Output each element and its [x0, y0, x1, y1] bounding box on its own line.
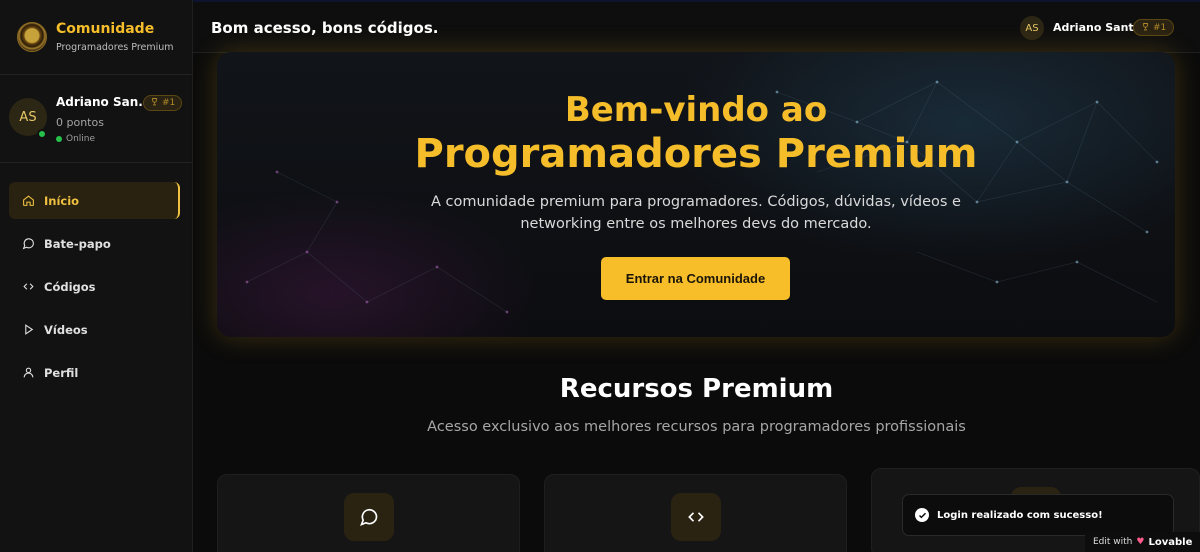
nav-item-codigos[interactable]: Códigos [9, 268, 180, 305]
top-header: Bom acesso, bons códigos. AS Adriano San… [193, 2, 1200, 53]
brand-subtitle: Programadores Premium [56, 42, 174, 53]
nav-label: Vídeos [44, 322, 88, 337]
greeting: Bom acesso, bons códigos. [211, 19, 439, 37]
user-name: Adriano San... [56, 95, 152, 109]
trophy-icon [150, 97, 159, 109]
section-subtitle: Acesso exclusivo aos melhores recursos p… [427, 419, 966, 435]
edit-with-lovable-badge[interactable]: Edit with ♥ Lovable [1085, 532, 1200, 552]
badge-prefix: Edit with [1093, 537, 1133, 547]
rank-label: #1 [1153, 22, 1167, 33]
header-rank-badge: #1 [1133, 19, 1175, 36]
badge-brand: Lovable [1148, 536, 1193, 548]
trophy-icon [1141, 22, 1150, 34]
hero-title-line2: Programadores Premium [414, 131, 978, 177]
user-status: Online [56, 134, 95, 144]
online-indicator [37, 129, 47, 139]
home-icon [21, 194, 35, 208]
chat-icon [21, 237, 35, 251]
hero-banner: Bem-vindo ao Programadores Premium A com… [217, 52, 1175, 337]
nav-item-perfil[interactable]: Perfil [9, 354, 180, 391]
brand-logo [17, 22, 47, 52]
brand-title: Comunidade [56, 21, 155, 37]
play-icon [21, 323, 35, 337]
status-label: Online [66, 134, 96, 144]
status-dot [56, 136, 62, 142]
section-title: Recursos Premium [559, 374, 834, 404]
hero-title-line1: Bem-vindo ao [564, 90, 828, 130]
nav-label: Bate-papo [44, 236, 111, 251]
hero-description: A comunidade premium para programadores.… [431, 194, 961, 232]
nav-label: Início [44, 193, 80, 208]
brand[interactable]: Comunidade Programadores Premium [0, 0, 192, 75]
user-card[interactable]: AS Adriano San... #1 0 pontos Online [0, 75, 192, 163]
code-icon [670, 493, 721, 541]
heart-icon: ♥ [1136, 537, 1145, 547]
nav-item-videos[interactable]: Vídeos [9, 311, 180, 348]
enter-community-button[interactable]: Entrar na Comunidade [601, 257, 790, 300]
check-circle-icon [915, 508, 929, 522]
toast-notification: Login realizado com sucesso! [902, 494, 1174, 536]
rank-label: #1 [162, 98, 176, 108]
rank-badge: #1 [143, 95, 183, 111]
sidebar: Comunidade Programadores Premium AS Adri… [0, 0, 193, 552]
nav-label: Códigos [44, 279, 96, 294]
nav-label: Perfil [44, 365, 79, 380]
code-icon [21, 280, 35, 294]
main-nav: Início Bate-papo Códigos Vídeos Perfil [0, 163, 192, 391]
nav-item-bate-papo[interactable]: Bate-papo [9, 225, 180, 262]
feature-card-code[interactable] [544, 474, 847, 552]
nav-item-inicio[interactable]: Início [9, 182, 180, 219]
toast-message: Login realizado com sucesso! [937, 509, 1103, 521]
feature-card-chat[interactable] [217, 474, 520, 552]
header-avatar[interactable]: AS [1020, 16, 1044, 40]
user-icon [21, 366, 35, 380]
chat-icon [343, 493, 394, 541]
user-points: 0 pontos [56, 116, 104, 129]
